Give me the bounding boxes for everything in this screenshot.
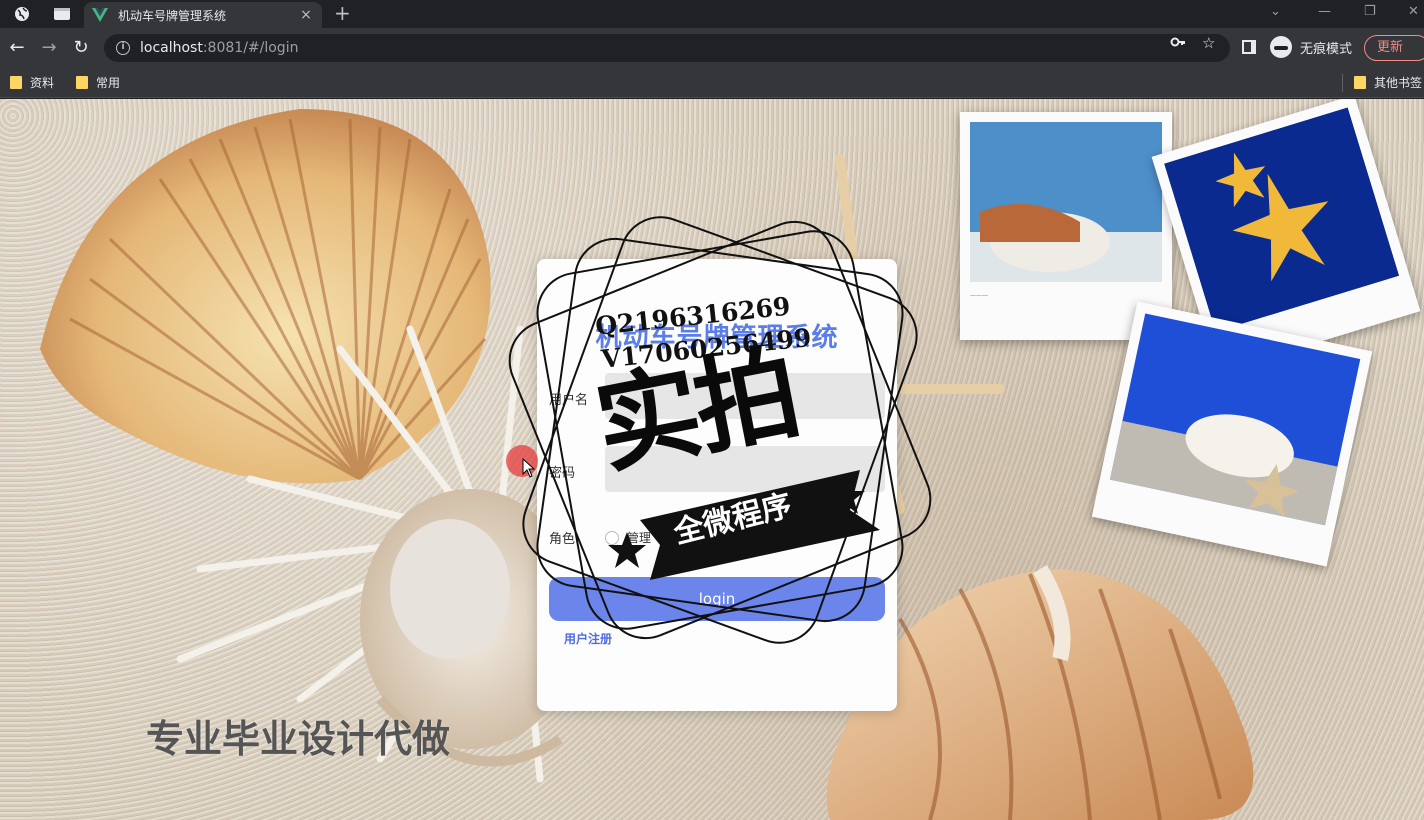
globe-icon[interactable] xyxy=(12,4,32,24)
polaroid-caption: ——— xyxy=(970,292,988,299)
password-label: 密码 xyxy=(549,466,576,481)
site-info-icon[interactable]: i xyxy=(116,41,130,55)
vue-logo-icon xyxy=(92,8,108,22)
update-label: 更新 xyxy=(1377,40,1404,55)
incognito-label: 无痕模式 xyxy=(1300,41,1353,57)
bookmark-folder-changyong[interactable]: 常用 xyxy=(76,74,120,91)
bookmark-star-icon[interactable]: ☆ xyxy=(1202,34,1215,52)
bookmark-label: 其他书签 xyxy=(1374,76,1423,90)
update-button[interactable]: 更新 xyxy=(1364,35,1424,61)
bookmark-folder-ziliao[interactable]: 资料 xyxy=(10,74,54,91)
bookmark-divider xyxy=(1342,74,1343,92)
tab-strip: 机动车号牌管理系统 × + ⌄ — ❐ ✕ xyxy=(0,0,1424,28)
bookmark-label: 资料 xyxy=(30,76,55,90)
active-tab[interactable]: 机动车号牌管理系统 × xyxy=(84,2,322,28)
browser-toolbar: ← → ↻ i localhost:8081/#/login ☆ 无痕模式 更新 xyxy=(0,28,1424,68)
role-label: 角色 xyxy=(549,532,576,547)
side-panel-icon[interactable] xyxy=(1242,40,1256,54)
folder-icon xyxy=(10,76,22,89)
tab-close-icon[interactable]: × xyxy=(298,7,314,23)
role-radio-admin[interactable]: 管理 xyxy=(605,529,651,546)
bookmark-folder-other[interactable]: 其他书签 xyxy=(1354,74,1422,91)
tab-search-icon[interactable] xyxy=(52,4,72,24)
register-link[interactable]: 用户注册 xyxy=(564,630,612,647)
tab-search-chevron-icon[interactable]: ⌄ xyxy=(1270,4,1281,19)
bookmarks-bar: 资料 常用 其他书签 xyxy=(0,68,1424,98)
folder-icon xyxy=(1354,76,1366,89)
forward-icon[interactable]: → xyxy=(38,37,60,59)
minimize-icon[interactable]: — xyxy=(1318,4,1331,19)
incognito-indicator[interactable]: 无痕模式 xyxy=(1270,36,1352,58)
url-text[interactable]: localhost:8081/#/login xyxy=(140,40,298,56)
back-icon[interactable]: ← xyxy=(6,37,28,59)
bookmark-label: 常用 xyxy=(96,76,121,90)
radio-circle[interactable] xyxy=(605,530,619,545)
new-tab-button[interactable]: + xyxy=(334,3,351,23)
login-button[interactable]: login xyxy=(549,577,885,621)
tab-title: 机动车号牌管理系统 xyxy=(118,8,227,23)
reload-icon[interactable]: ↻ xyxy=(70,37,92,59)
role-option-label: 管理 xyxy=(627,531,652,545)
restore-icon[interactable]: ❐ xyxy=(1364,4,1376,19)
mouse-cursor-icon xyxy=(522,458,536,478)
key-icon[interactable] xyxy=(1170,34,1186,54)
username-label: 用户名 xyxy=(549,393,589,408)
scallop-shell xyxy=(40,109,491,484)
watermark-bottom-text: 专业毕业设计代做 xyxy=(146,717,451,761)
window-close-icon[interactable]: ✕ xyxy=(1408,4,1419,19)
incognito-icon xyxy=(1270,36,1292,58)
url-host: localhost xyxy=(140,40,203,56)
folder-icon xyxy=(76,76,88,89)
address-bar[interactable]: i localhost:8081/#/login xyxy=(104,34,1230,62)
url-path: :8081/#/login xyxy=(202,40,299,56)
